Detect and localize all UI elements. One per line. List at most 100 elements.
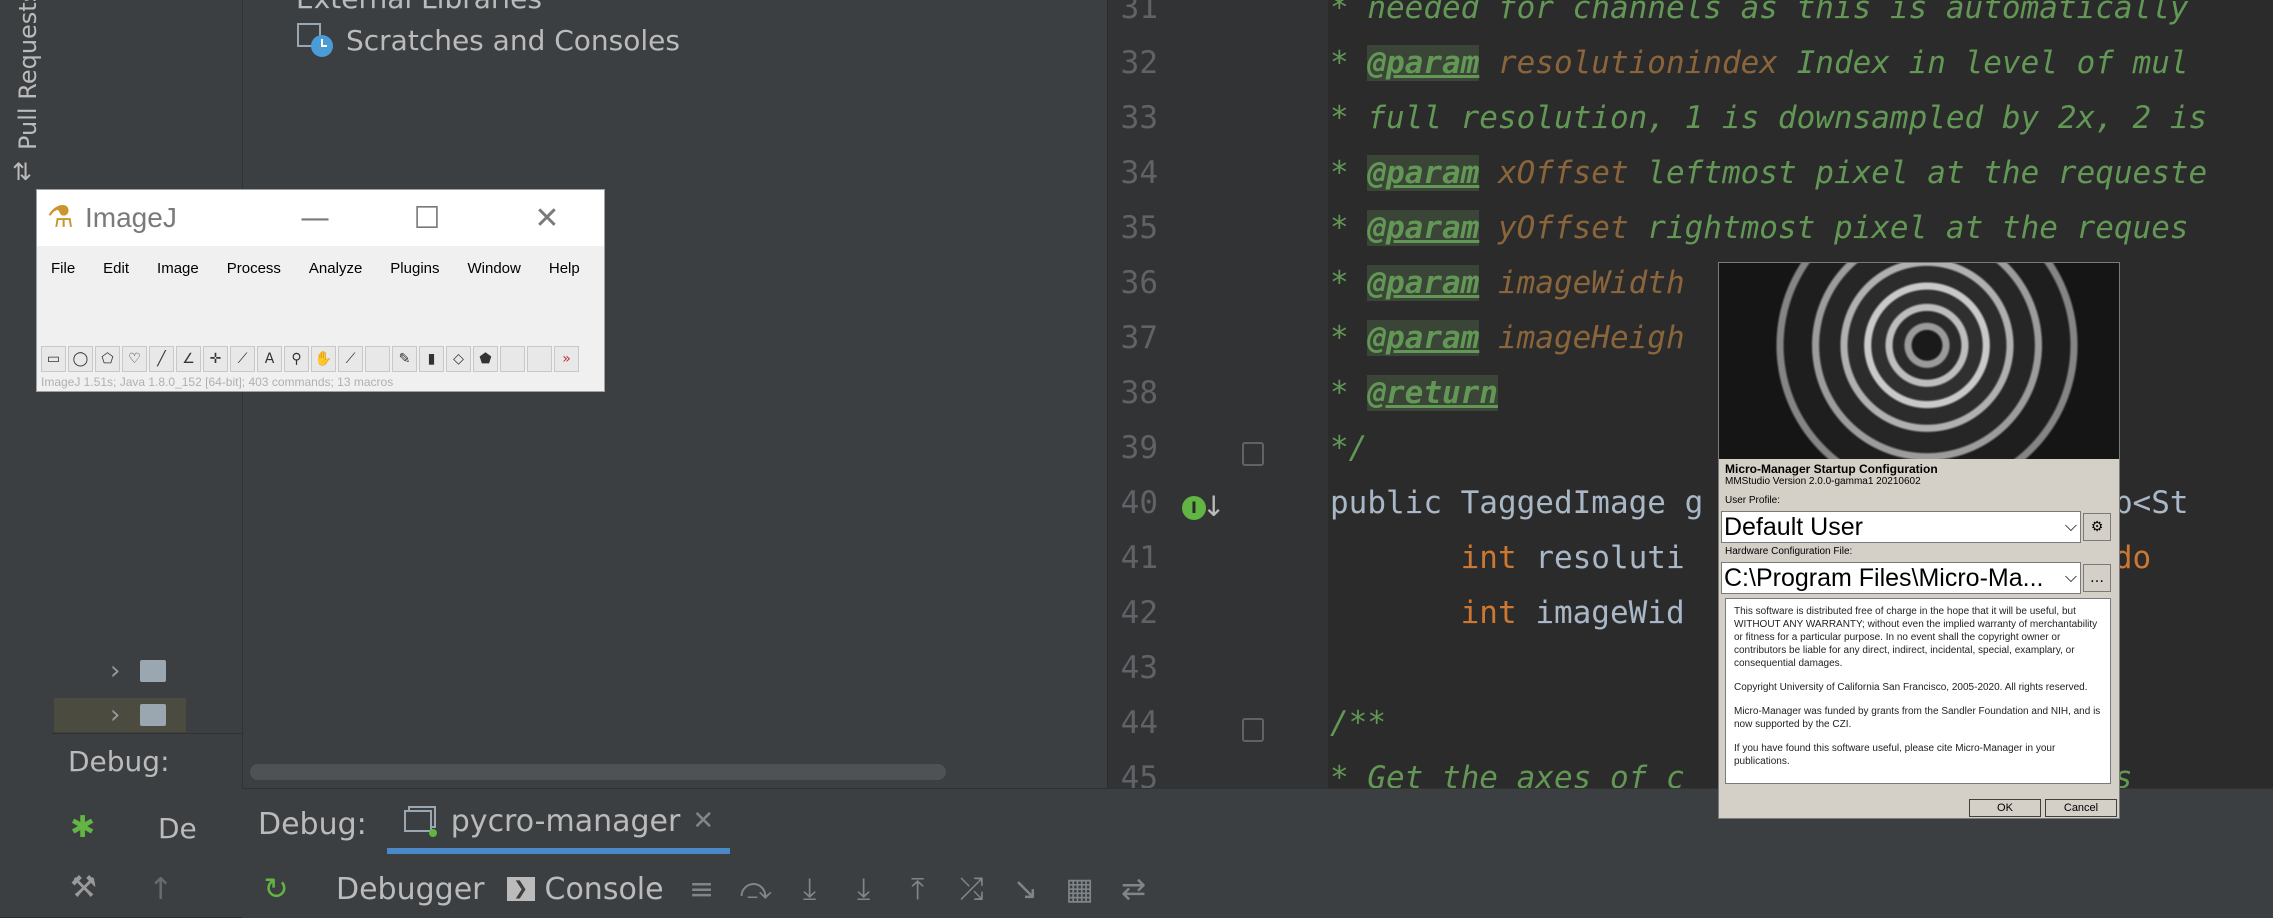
scratches-item[interactable]: Scratches and Consoles [296,20,680,60]
code-token: imageHeigh [1497,320,1685,356]
line-tool-icon[interactable]: ╱ [149,346,174,372]
rerun-icon[interactable]: ↻ [260,872,292,907]
code-token: rightmost pixel at the reques [1628,210,2189,246]
pull-requests-tab[interactable]: Pull Requests [6,0,46,160]
console-label: Console [544,871,664,907]
pull-request-icon[interactable]: ⇅ [12,158,40,186]
minimize-icon[interactable]: — [295,198,335,238]
fold-marker-icon[interactable] [1242,718,1264,742]
user-profile-label: User Profile: [1725,495,1781,506]
run-to-cursor-icon[interactable]: ↘ [1010,872,1042,907]
arrow-down-icon[interactable]: ↓ [1202,490,1225,523]
tree-folder-row[interactable]: › [110,654,167,688]
empty-tool-slot[interactable] [527,346,552,372]
horizontal-scrollbar[interactable] [250,764,946,780]
wrench-icon[interactable]: ⚒ [70,870,97,905]
code-token: * [1330,155,1368,191]
menu-edit[interactable]: Edit [89,246,143,291]
chevron-down-icon[interactable]: ⌵ [2062,563,2080,593]
external-libraries-item[interactable]: External Libraries [296,0,542,15]
trace-icon[interactable]: ⇄ [1118,872,1150,907]
code-line[interactable]: * @return [1330,375,1498,411]
eraser-tool-icon[interactable]: ◇ [446,346,471,372]
flood-fill-tool-icon[interactable]: ⬟ [473,346,498,372]
debugger-tab[interactable]: Debugger [336,872,485,907]
menu-plugins[interactable]: Plugins [376,246,453,291]
code-token: Index in level of mul [1777,45,2189,81]
hardware-config-select[interactable]: C:\Program Files\Micro-Ma... ⌵ [1721,562,2081,594]
menu-help[interactable]: Help [535,246,594,291]
force-step-into-icon[interactable]: ⤓ [848,872,880,907]
dropper-tool-icon[interactable]: ⟋ [338,346,363,372]
step-out-icon[interactable]: ⤒ [902,872,934,907]
menu-image[interactable]: Image [143,246,213,291]
brush-tool-icon[interactable]: ▮ [419,346,444,372]
arrow-up-icon[interactable]: ↑ [148,872,173,907]
wand-tool-icon[interactable]: ⟋ [230,346,255,372]
browse-button[interactable]: … [2083,564,2111,592]
bug-icon[interactable]: ✱ [70,810,104,845]
line-number: 44 [1120,705,1158,741]
code-line[interactable]: * @param resolutionindex Index in level … [1330,45,2189,81]
chevron-right-icon[interactable]: › [110,700,120,730]
close-icon[interactable]: ✕ [692,806,714,836]
debug-tab-partial[interactable]: De [158,812,197,845]
text-tool-icon[interactable]: A [257,346,282,372]
tree-folder-row-selected[interactable]: › [54,698,186,732]
code-line[interactable]: /** [1330,705,1386,741]
code-line[interactable]: * needed for channels as this is automat… [1330,0,2189,26]
micro-manager-startup-dialog[interactable]: Micro-Manager Startup Configuration MMSt… [1718,262,2120,819]
menu-window[interactable]: Window [454,246,535,291]
hand-tool-icon[interactable]: ✋ [311,346,336,372]
step-over-icon[interactable]: ⤼ [740,872,772,907]
tab-pycro-manager[interactable]: pycro-manager ✕ [386,794,731,854]
rectangle-tool-icon[interactable]: ▭ [41,346,66,372]
code-token: imageWidth [1497,265,1685,301]
left-tool-buttons: ✱ De ⚒ ↑ [52,788,242,917]
code-token: * [1330,210,1368,246]
close-icon[interactable]: ✕ [527,198,567,238]
license-text-area: This software is distributed free of cha… [1725,598,2111,784]
menu-file[interactable]: File [37,246,89,291]
user-profile-select[interactable]: Default User ⌵ [1721,511,2081,543]
scratches-icon [297,23,333,57]
cancel-button[interactable]: Cancel [2045,799,2117,817]
imagej-title: ImageJ [85,202,177,233]
imagej-window[interactable]: ⚗ ImageJ — ☐ ✕ File Edit Image Process A… [36,189,605,392]
menu-icon[interactable]: ≡ [686,872,718,907]
menu-process[interactable]: Process [213,246,295,291]
point-tool-icon[interactable]: ✛ [203,346,228,372]
chevron-down-icon[interactable]: ⌵ [2062,512,2080,542]
console-tab[interactable]: ❯ Console [506,871,664,907]
license-paragraph: This software is distributed free of cha… [1734,606,2098,669]
ok-button[interactable]: OK [1969,799,2041,817]
code-token: @param [1367,210,1480,246]
code-line[interactable]: */ [1330,430,1367,466]
oval-tool-icon[interactable]: ◯ [68,346,93,372]
polygon-tool-icon[interactable]: ⬠ [95,346,120,372]
magnifier-tool-icon[interactable]: ⚲ [284,346,309,372]
debug-side-header: Debug: [52,733,242,789]
splash-image [1719,263,2119,459]
more-tools-icon[interactable]: » [554,346,579,372]
empty-tool-slot[interactable] [500,346,525,372]
freehand-tool-icon[interactable]: ♡ [122,346,147,372]
version-label: MMStudio Version 2.0.0-gamma1 20210602 [1725,476,1921,487]
code-line[interactable]: * @param yOffset rightmost pixel at the … [1330,210,2189,246]
profile-settings-icon[interactable]: ⚙ [2083,513,2111,541]
fold-marker-icon[interactable] [1242,442,1264,466]
code-line[interactable]: * full resolution, 1 is downsampled by 2… [1330,100,2207,136]
imagej-titlebar[interactable]: ⚗ ImageJ — ☐ ✕ [37,190,604,246]
step-into-icon[interactable]: ⤓ [794,872,826,907]
code-token: @param [1367,265,1480,301]
angle-tool-icon[interactable]: ∠ [176,346,201,372]
drop-frame-icon[interactable]: ⤮ [956,872,988,907]
maximize-icon[interactable]: ☐ [407,198,447,238]
code-line[interactable]: * @param xOffset leftmost pixel at the r… [1330,155,2207,191]
pencil-tool-icon[interactable]: ✎ [392,346,417,372]
empty-tool-slot[interactable] [365,346,390,372]
chevron-right-icon[interactable]: › [110,656,120,686]
evaluate-icon[interactable]: ▦ [1064,872,1096,907]
menu-analyze[interactable]: Analyze [295,246,376,291]
